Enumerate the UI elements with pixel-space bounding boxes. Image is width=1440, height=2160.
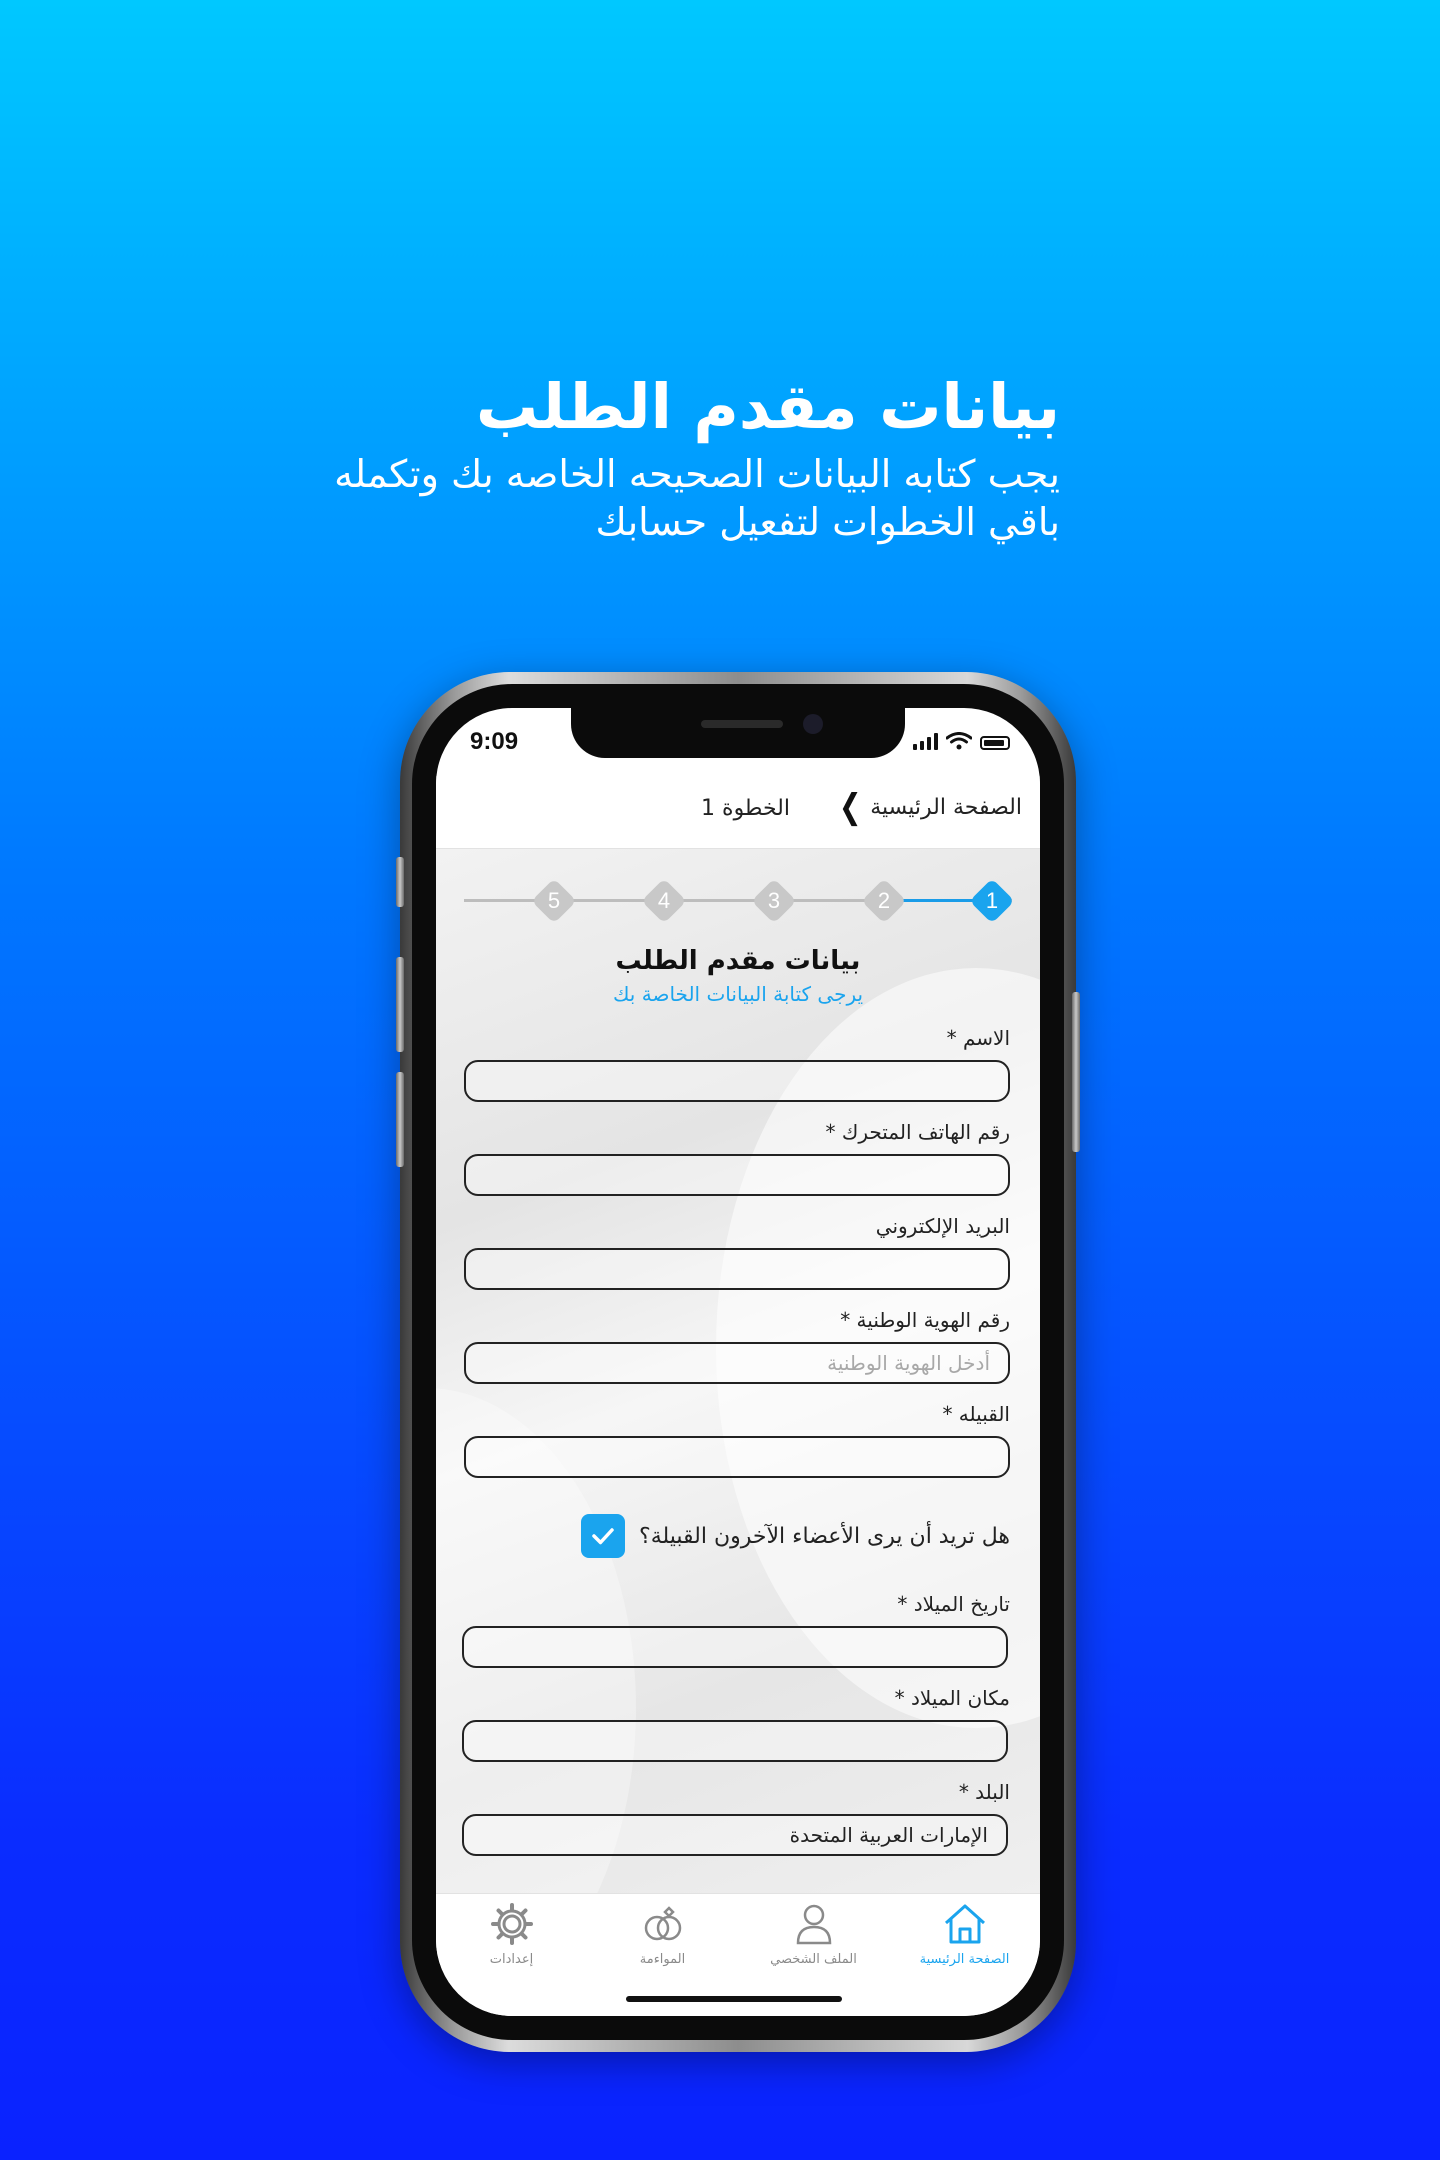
step-3: 3	[751, 878, 797, 924]
form-subtitle: يرجى كتابة البيانات الخاصة بك	[612, 982, 864, 1006]
gear-icon	[490, 1903, 533, 1945]
form-title: بيانات مقدم الطلب	[615, 946, 861, 976]
stepper-track-progress	[892, 899, 982, 902]
phone-power-button	[1072, 992, 1080, 1152]
tribe-label: القبيله *	[942, 1402, 1010, 1426]
front-camera	[803, 714, 823, 734]
tab-home[interactable]: الصفحة الرئيسية	[889, 1894, 1040, 2016]
status-icons	[913, 732, 1010, 750]
status-time: 9:09	[470, 728, 519, 755]
phone-frame: 9:09 ❯ الصفحة الرئيسية الخطوة 1 1 2 3 4 …	[396, 672, 1080, 2052]
hero-title: بيانات مقدم الطلب	[475, 370, 1060, 443]
country-select[interactable]: الإمارات العربية المتحدة	[462, 1814, 1008, 1856]
wifi-icon	[946, 732, 972, 750]
step-indicator-label: الخطوة 1	[701, 796, 790, 821]
progress-stepper: 1 2 3 4 5	[464, 878, 1015, 924]
profile-icon	[796, 1904, 831, 1945]
email-label: البريد الإلكتروني	[875, 1214, 1010, 1238]
tribe-visibility-row: هل تريد أن يرى الأعضاء الآخرون القبيلة؟	[581, 1514, 1010, 1558]
form-content: 1 2 3 4 5 بيانات مقدم الطلب يرجى كتابة ا…	[436, 848, 1040, 1894]
tab-settings-label: إعدادات	[489, 1952, 534, 1967]
tab-profile-label: الملف الشخصي	[770, 1952, 857, 1967]
home-icon	[944, 1904, 985, 1944]
notch	[571, 708, 905, 758]
birth-place-label: مكان الميلاد *	[894, 1686, 1010, 1710]
birth-place-input[interactable]	[462, 1720, 1008, 1762]
tab-home-label: الصفحة الرئيسية	[919, 1952, 1010, 1967]
tribe-visibility-checkbox[interactable]	[581, 1514, 626, 1558]
mobile-label: رقم الهاتف المتحرك *	[825, 1120, 1010, 1144]
hero-subtitle: يجب كتابه البيانات الصحيحه الخاصه بك وتك…	[334, 452, 1060, 544]
step-1: 1	[969, 878, 1015, 924]
tribe-visibility-label: هل تريد أن يرى الأعضاء الآخرون القبيلة؟	[639, 1523, 1010, 1549]
home-indicator	[626, 1996, 842, 2002]
battery-icon	[980, 736, 1010, 750]
mobile-input[interactable]	[464, 1154, 1010, 1196]
country-label: البلد *	[958, 1780, 1010, 1804]
step-2: 2	[861, 878, 907, 924]
birth-date-input[interactable]	[462, 1626, 1008, 1668]
step-4: 4	[641, 878, 687, 924]
email-input[interactable]	[464, 1248, 1010, 1290]
name-input[interactable]	[464, 1060, 1010, 1102]
tab-matching-label: المواءمة	[639, 1952, 686, 1967]
phone-mute-switch	[396, 857, 404, 907]
phone-screen: 9:09 ❯ الصفحة الرئيسية الخطوة 1 1 2 3 4 …	[436, 708, 1040, 2016]
bottom-tab-bar: إعدادات المواءمة الملف الشخصي الصفحة الر…	[436, 1893, 1040, 2016]
birth-date-label: تاريخ الميلاد *	[897, 1592, 1010, 1616]
checkmark-icon	[592, 1528, 614, 1545]
national-id-input[interactable]: أدخل الهوية الوطنية	[464, 1342, 1010, 1384]
national-id-label: رقم الهوية الوطنية *	[840, 1308, 1010, 1332]
speaker	[701, 720, 783, 728]
phone-volume-down	[396, 1072, 404, 1167]
top-navigation-bar: ❯ الصفحة الرئيسية الخطوة 1	[436, 776, 1040, 849]
phone-volume-up	[396, 957, 404, 1052]
signal-icon	[913, 732, 938, 750]
chevron-right-icon: ❯	[838, 787, 862, 827]
tribe-input[interactable]	[464, 1436, 1010, 1478]
back-button[interactable]: ❯ الصفحة الرئيسية	[836, 790, 1022, 824]
rings-icon	[644, 1906, 681, 1941]
back-label: الصفحة الرئيسية	[870, 794, 1022, 820]
name-label: الاسم *	[946, 1026, 1010, 1050]
tab-settings[interactable]: إعدادات	[436, 1894, 587, 2016]
step-5: 5	[531, 878, 577, 924]
